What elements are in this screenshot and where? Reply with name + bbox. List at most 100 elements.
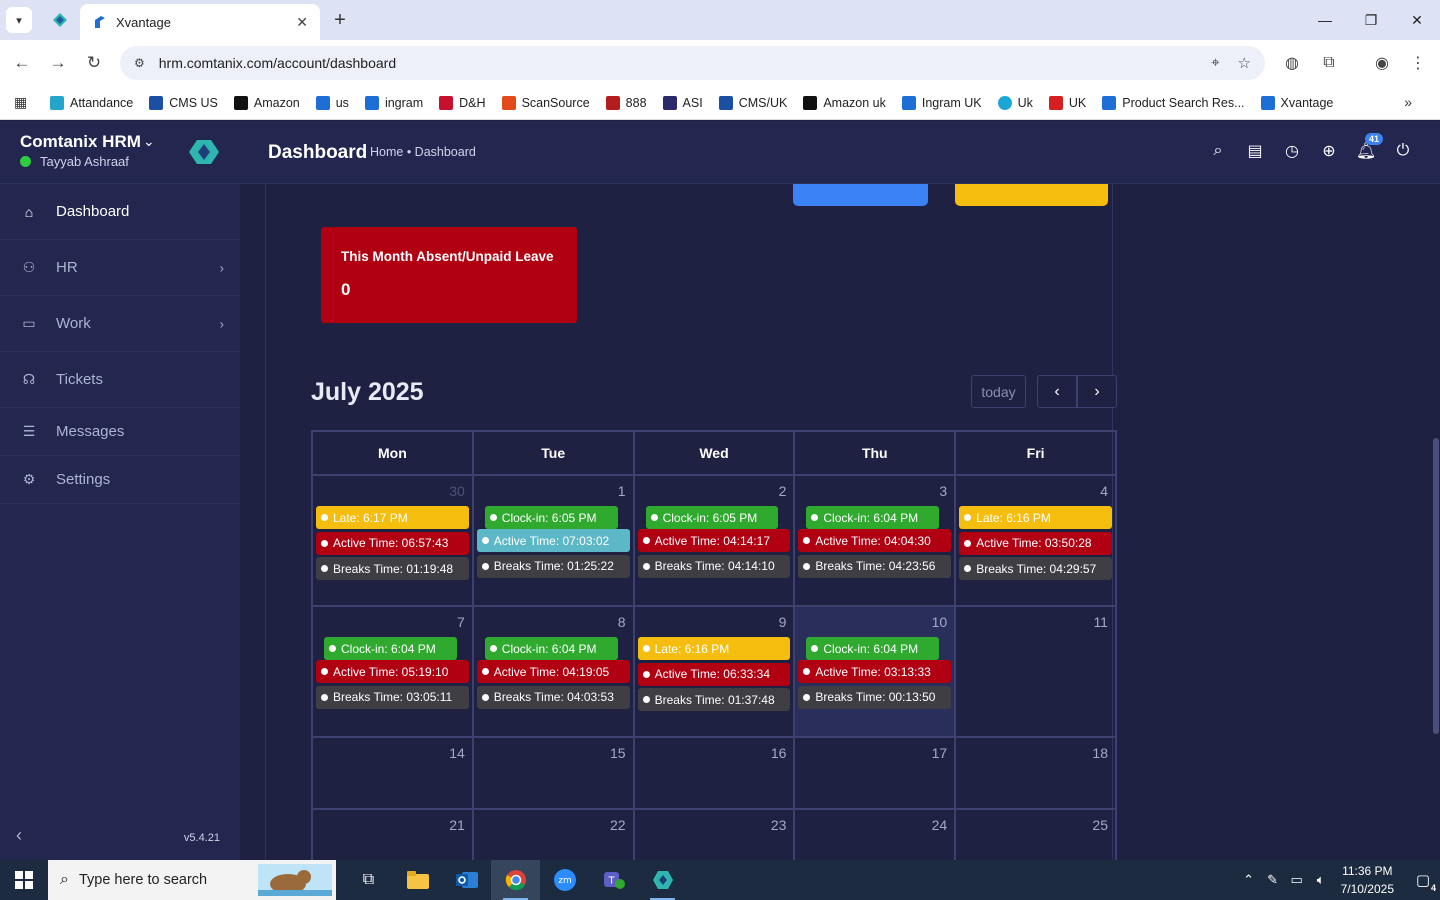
pen-icon[interactable]: ✎: [1261, 872, 1285, 888]
bookmark-item[interactable]: Amazon: [233, 95, 300, 110]
breadcrumb[interactable]: Home • Dashboard: [370, 145, 476, 159]
calendar-day-cell[interactable]: 11: [956, 607, 1115, 736]
taskbar-search[interactable]: ⌕ Type here to search: [48, 860, 336, 900]
calendar-day-cell[interactable]: 9 Late: 6:16 PM Active Time: 06:33:34 Break…: [635, 607, 796, 736]
minimize-icon[interactable]: —: [1302, 0, 1348, 40]
tab-search-chevron-icon[interactable]: ▾: [6, 7, 32, 33]
chevron-down-icon[interactable]: ⌄: [143, 133, 155, 150]
calendar-event[interactable]: Breaks Time: 01:25:22: [476, 554, 630, 578]
prev-month-button[interactable]: ‹: [1037, 375, 1077, 408]
calendar-event[interactable]: Active Time: 03:50:28: [959, 531, 1112, 555]
back-icon[interactable]: ←: [10, 51, 34, 75]
teams-icon[interactable]: T: [589, 860, 638, 900]
calendar-event[interactable]: Clock-in: 6:05 PM: [484, 506, 618, 529]
calendar-event[interactable]: Breaks Time: 04:23:56: [798, 554, 952, 578]
calendar-event[interactable]: Breaks Time: 04:14:10: [637, 554, 791, 578]
calendar-event[interactable]: Active Time: 03:13:33: [798, 660, 952, 683]
calendar-day-cell[interactable]: 18: [956, 738, 1115, 808]
task-view-icon[interactable]: ⧉: [344, 860, 393, 900]
bell-icon[interactable]: 🔔︎ 41: [1356, 133, 1384, 161]
bookmark-item[interactable]: ingram: [364, 95, 423, 110]
calendar-event[interactable]: Late: 6:16 PM: [637, 637, 791, 660]
bookmark-item[interactable]: Uk: [997, 95, 1033, 110]
bookmark-item[interactable]: ASI: [662, 95, 703, 110]
calendar-event[interactable]: Active Time: 04:04:30: [798, 529, 952, 552]
collapse-sidebar-icon[interactable]: ‹: [16, 825, 22, 846]
clock-icon[interactable]: ◷: [1283, 141, 1301, 161]
calendar-event[interactable]: Breaks Time: 01:37:48: [637, 688, 791, 711]
calendar-day-cell[interactable]: 1 Clock-in: 6:05 PM Active Time: 07:03:02 B…: [474, 476, 635, 605]
calendar-event[interactable]: Late: 6:16 PM: [959, 506, 1112, 529]
forward-icon[interactable]: →: [46, 51, 70, 75]
day-number[interactable]: 2: [638, 480, 791, 506]
bookmark-item[interactable]: Amazon uk: [803, 95, 886, 110]
day-number[interactable]: 16: [638, 742, 791, 768]
calendar-day-cell[interactable]: 2 Clock-in: 6:05 PM Active Time: 04:14:17 B…: [635, 476, 796, 605]
day-number[interactable]: 24: [798, 814, 951, 840]
calendar-day-cell[interactable]: 21: [313, 810, 474, 860]
today-button[interactable]: today: [971, 375, 1026, 408]
apps-grid-icon[interactable]: ▦: [14, 94, 38, 111]
taskbar-clock[interactable]: 11:36 PM 7/10/2025: [1341, 862, 1394, 898]
sidebar-item-messages[interactable]: ☰ Messages: [0, 408, 240, 456]
extensions-icon[interactable]: ⧉: [1317, 51, 1341, 75]
zoom-icon[interactable]: zm: [540, 860, 589, 900]
calendar-event[interactable]: Clock-in: 6:04 PM: [806, 637, 940, 660]
file-explorer-icon[interactable]: [393, 860, 442, 900]
calendar-day-cell[interactable]: 24: [795, 810, 957, 860]
bookmark-item[interactable]: UK: [1048, 95, 1086, 110]
bookmark-item[interactable]: Product Search Res...: [1102, 95, 1245, 110]
calendar-event[interactable]: Clock-in: 6:04 PM: [806, 506, 940, 529]
calendar-event[interactable]: Breaks Time: 01:19:48: [316, 557, 469, 580]
sidebar-item-hr[interactable]: ⚇ HR ›: [0, 240, 240, 296]
calendar-event[interactable]: Active Time: 06:33:34: [637, 662, 791, 686]
day-number[interactable]: 14: [316, 742, 469, 768]
day-number[interactable]: 1: [477, 480, 630, 506]
url-text[interactable]: hrm.comtanix.com/account/dashboard: [159, 55, 1211, 71]
bookmark-item[interactable]: Attandance: [50, 95, 133, 110]
location-icon[interactable]: ⌖: [1211, 54, 1219, 72]
calendar-event[interactable]: Clock-in: 6:04 PM: [324, 637, 457, 660]
bookmark-item[interactable]: 888: [605, 95, 647, 110]
page-scrollbar-thumb[interactable]: [1433, 438, 1439, 734]
calendar-event[interactable]: Clock-in: 6:05 PM: [645, 506, 779, 529]
browser-menu-icon[interactable]: ⋮: [1406, 51, 1430, 75]
calendar-event[interactable]: Breaks Time: 04:29:57: [959, 557, 1112, 580]
sidebar-item-dashboard[interactable]: ⌂ Dashboard: [0, 184, 240, 240]
calendar-day-cell[interactable]: 23: [635, 810, 796, 860]
bookmarks-overflow-icon[interactable]: »: [1404, 94, 1412, 110]
search-icon[interactable]: ⌕: [1209, 141, 1227, 161]
bookmark-item[interactable]: CMS US: [149, 95, 218, 110]
calendar-event[interactable]: Active Time: 06:57:43: [316, 531, 469, 555]
next-month-button[interactable]: ›: [1077, 375, 1117, 408]
day-number[interactable]: 7: [316, 611, 469, 637]
active-tab[interactable]: Xvantage ✕: [80, 4, 320, 40]
bookmark-item[interactable]: D&H: [439, 95, 486, 110]
comtanix-app-icon[interactable]: [638, 860, 687, 900]
bookmark-star-icon[interactable]: ☆: [1238, 54, 1251, 72]
calendar-event[interactable]: Clock-in: 6:04 PM: [484, 637, 618, 660]
calendar-event[interactable]: Active Time: 04:19:05: [476, 660, 630, 683]
chrome-icon[interactable]: [491, 860, 540, 900]
calendar-day-cell[interactable]: 15: [474, 738, 635, 808]
restore-icon[interactable]: ❐: [1348, 0, 1394, 40]
day-number[interactable]: 22: [477, 814, 630, 840]
bookmark-item[interactable]: CMS/UK: [718, 95, 787, 110]
bookmark-item[interactable]: Xvantage: [1260, 95, 1333, 110]
add-circle-icon[interactable]: ⊕: [1320, 141, 1338, 161]
calendar-event[interactable]: Late: 6:17 PM: [316, 506, 469, 529]
calendar-day-cell[interactable]: 16: [635, 738, 796, 808]
address-bar[interactable]: ⚙ hrm.comtanix.com/account/dashboard ⌖ ☆: [120, 46, 1265, 80]
outlook-icon[interactable]: [442, 860, 491, 900]
bookmark-item[interactable]: us: [315, 95, 349, 110]
calendar-day-cell[interactable]: 8 Clock-in: 6:04 PM Active Time: 04:19:05 B…: [474, 607, 635, 736]
translate-icon[interactable]: ◍: [1280, 51, 1304, 75]
sidebar-item-work[interactable]: ▭ Work ›: [0, 296, 240, 352]
windows-start-icon[interactable]: [0, 860, 48, 900]
calendar-event[interactable]: Active Time: 04:14:17: [637, 529, 791, 552]
calendar-event[interactable]: Breaks Time: 00:13:50: [798, 685, 952, 709]
day-number[interactable]: 9: [638, 611, 791, 637]
new-tab-button[interactable]: +: [328, 8, 352, 32]
day-number[interactable]: 30: [316, 480, 469, 506]
calendar-day-cell[interactable]: 3 Clock-in: 6:04 PM Active Time: 04:04:30 B…: [795, 476, 957, 605]
